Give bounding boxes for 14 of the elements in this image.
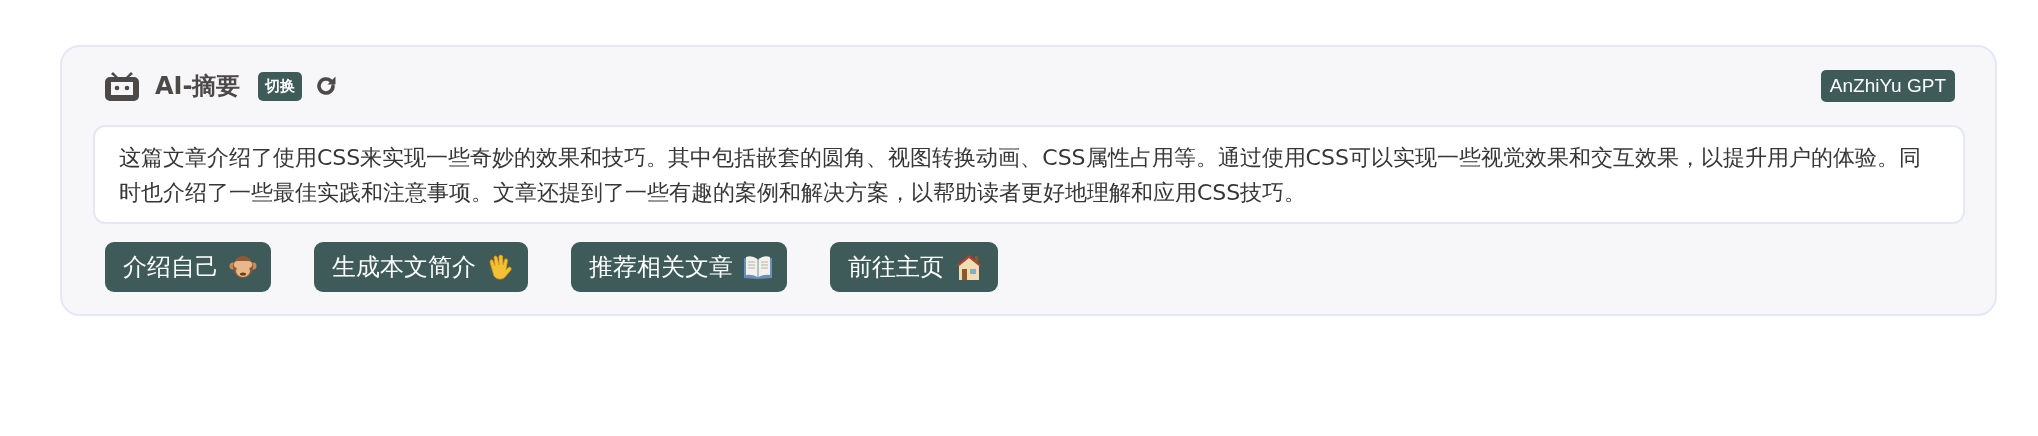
switch-button[interactable]: 切换 xyxy=(258,71,303,101)
suggestion-button[interactable]: 生成本文简介 xyxy=(314,242,528,292)
robot-icon xyxy=(105,71,139,101)
model-tag: AnZhiYu GPT xyxy=(1820,70,1955,102)
book-icon xyxy=(743,254,773,280)
refresh-icon[interactable] xyxy=(314,74,339,98)
suggestion-button[interactable]: 介绍自己 xyxy=(105,242,271,292)
summary-title: AI-摘要 xyxy=(155,71,241,102)
suggestion-button[interactable]: 前往主页 xyxy=(830,242,998,292)
monkey-icon xyxy=(229,253,257,281)
suggestion-button[interactable]: 推荐相关文章 xyxy=(571,242,787,292)
summary-text: 这篇文章介绍了使用CSS来实现一些奇妙的效果和技巧。其中包括嵌套的圆角、视图转换动画、CSS属性占用等。通过使用CSS可以实现一些视觉效果和交互效果，以提升用户的体验。同时也介绍了一些最佳实践和注意事项。文章还提到了一些有趣的案例和解决方案，以帮助读者更好地理解和应用CSS技巧。 xyxy=(93,125,1965,224)
house-icon xyxy=(954,253,984,281)
waving-hand-icon xyxy=(486,253,514,281)
